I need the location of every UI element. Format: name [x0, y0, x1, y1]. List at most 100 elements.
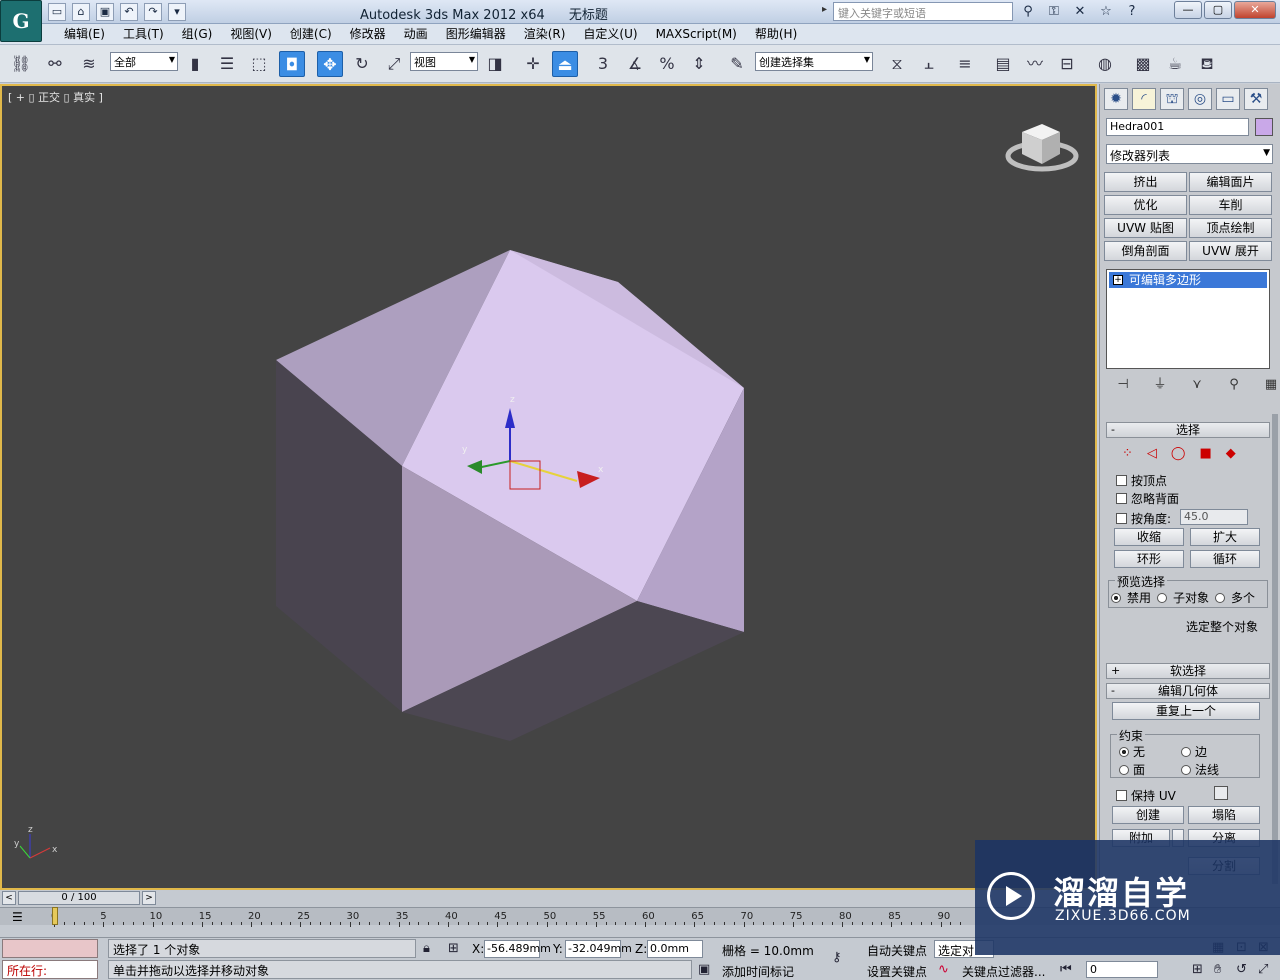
- hierarchy-tab-icon[interactable]: ⛫: [1160, 88, 1184, 110]
- by-angle-row[interactable]: 按角度:: [1116, 510, 1171, 527]
- create-button[interactable]: 创建: [1112, 806, 1184, 824]
- favorites-icon[interactable]: ☆: [1096, 3, 1116, 21]
- constraint-face-option[interactable]: 面: [1119, 761, 1145, 778]
- preview-disable-radio[interactable]: [1111, 592, 1121, 603]
- graphite-ribbon-icon[interactable]: ▤: [990, 51, 1016, 77]
- save-icon[interactable]: ▣: [96, 3, 114, 21]
- preview-multi-radio[interactable]: [1215, 592, 1226, 603]
- menu-modifiers[interactable]: 修改器: [341, 26, 395, 43]
- create-tab-icon[interactable]: ✹: [1104, 88, 1128, 110]
- select-scale-icon[interactable]: ⤢: [381, 51, 407, 77]
- reference-coordinate-dropdown[interactable]: 视图 ▼: [410, 52, 478, 71]
- select-manipulate-icon[interactable]: ✛: [520, 51, 546, 77]
- modifier-list-dropdown[interactable]: 修改器列表 ▼: [1106, 144, 1273, 164]
- unlink-icon[interactable]: ⚯: [42, 51, 68, 77]
- bind-space-warp-icon[interactable]: ≋: [76, 51, 102, 77]
- percent-snap-icon[interactable]: %: [654, 51, 680, 77]
- add-time-tag[interactable]: 添加时间标记: [722, 963, 794, 980]
- constraint-normal-option[interactable]: 法线: [1181, 761, 1219, 778]
- time-slider-next-icon[interactable]: >: [142, 891, 156, 905]
- ignore-backfacing-row[interactable]: 忽略背面: [1116, 490, 1179, 507]
- maximize-button[interactable]: ▢: [1204, 1, 1232, 19]
- undo-icon[interactable]: ↶: [120, 3, 138, 21]
- time-tag-icon[interactable]: ▣: [698, 962, 710, 977]
- mini-curve-editor-icon[interactable]: ☰: [12, 910, 30, 924]
- object-color-swatch[interactable]: [1255, 118, 1273, 136]
- grow-button[interactable]: 扩大: [1190, 528, 1260, 546]
- constraint-face-radio[interactable]: [1119, 764, 1129, 775]
- new-file-icon[interactable]: ▭: [48, 3, 66, 21]
- by-angle-checkbox[interactable]: [1116, 513, 1127, 524]
- modifier-unwrap-uvw-button[interactable]: UVW 展开: [1189, 241, 1272, 261]
- rendered-frame-icon[interactable]: ☕: [1162, 51, 1188, 77]
- x-coordinate-field[interactable]: -56.489mm: [484, 940, 551, 958]
- constraint-edge-option[interactable]: 边: [1181, 743, 1207, 760]
- maxscript-listener-line[interactable]: 所在行:: [2, 960, 98, 979]
- modify-tab-icon[interactable]: ◜: [1132, 88, 1156, 110]
- set-key-button[interactable]: 设置关键点: [867, 963, 927, 980]
- command-panel-scrollbar[interactable]: [1272, 414, 1278, 884]
- modifier-extrude-button[interactable]: 挤出: [1104, 172, 1187, 192]
- element-mode-icon[interactable]: ◆: [1226, 446, 1236, 461]
- menu-tools[interactable]: 工具(T): [114, 26, 173, 43]
- pan-view-icon[interactable]: ✋︎: [1214, 962, 1221, 977]
- select-object-icon[interactable]: ▮: [182, 51, 208, 77]
- preserve-uv-settings-icon[interactable]: [1214, 786, 1228, 800]
- stack-item-editable-poly[interactable]: + 可编辑多边形: [1109, 272, 1267, 288]
- set-key-icon[interactable]: ⚷: [832, 950, 842, 965]
- binoculars-icon[interactable]: ⚲: [1018, 3, 1038, 21]
- by-vertex-row[interactable]: 按顶点: [1116, 472, 1167, 489]
- modifier-stack[interactable]: + 可编辑多边形: [1106, 269, 1270, 369]
- key-filters-button[interactable]: 关键点过滤器...: [962, 963, 1045, 980]
- menu-customize[interactable]: 自定义(U): [574, 26, 646, 43]
- utilities-tab-icon[interactable]: ⚒: [1244, 88, 1268, 110]
- curve-editor-icon[interactable]: 〰: [1022, 51, 1048, 77]
- menu-create[interactable]: 创建(C): [281, 26, 341, 43]
- show-end-result-icon[interactable]: ⏚: [1151, 376, 1169, 394]
- close-button[interactable]: ✕: [1234, 1, 1276, 19]
- soft-selection-rollout-header[interactable]: + 软选择: [1106, 663, 1270, 679]
- maximize-viewport-icon[interactable]: ⤢: [1258, 962, 1268, 977]
- menu-views[interactable]: 视图(V): [221, 26, 281, 43]
- by-vertex-checkbox[interactable]: [1116, 475, 1127, 486]
- shrink-button[interactable]: 收缩: [1114, 528, 1184, 546]
- mirror-icon[interactable]: ⧖: [884, 51, 910, 77]
- modifier-bevel-profile-button[interactable]: 倒角剖面: [1104, 241, 1187, 261]
- open-file-icon[interactable]: ⌂: [72, 3, 90, 21]
- link-icon[interactable]: ⛓: [8, 51, 34, 77]
- polygon-mode-icon[interactable]: ■: [1199, 446, 1211, 461]
- preview-subobject-radio[interactable]: [1157, 592, 1168, 603]
- menu-animation[interactable]: 动画: [395, 26, 437, 43]
- vertex-mode-icon[interactable]: ⁘: [1122, 446, 1133, 461]
- modifier-uvw-map-button[interactable]: UVW 贴图: [1104, 218, 1187, 238]
- make-unique-icon[interactable]: ⋎: [1188, 376, 1206, 394]
- redo-icon[interactable]: ↷: [144, 3, 162, 21]
- material-editor-icon[interactable]: ◍: [1092, 51, 1118, 77]
- modifier-lathe-button[interactable]: 车削: [1189, 195, 1272, 215]
- constraint-none-radio[interactable]: [1119, 746, 1129, 757]
- maxscript-mini-listener[interactable]: [2, 939, 98, 958]
- pin-stack-icon[interactable]: ⊣: [1114, 376, 1132, 394]
- edit-geometry-rollout-header[interactable]: - 编辑几何体: [1106, 683, 1270, 699]
- viewcube[interactable]: [1005, 124, 1079, 172]
- time-slider[interactable]: 0 / 100: [18, 891, 140, 905]
- render-production-icon[interactable]: ⛾: [1194, 51, 1220, 77]
- menu-help[interactable]: 帮助(H): [746, 26, 806, 43]
- align-icon[interactable]: ⫠: [916, 51, 942, 77]
- preserve-uv-row[interactable]: 保持 UV: [1116, 787, 1176, 804]
- configure-sets-icon[interactable]: ▦: [1262, 376, 1280, 394]
- edit-named-selection-icon[interactable]: ✎: [724, 51, 750, 77]
- snaps-toggle-icon[interactable]: 3: [590, 51, 616, 77]
- menu-maxscript[interactable]: MAXScript(M): [647, 26, 746, 43]
- zoom-region-icon[interactable]: ⊞: [1192, 962, 1203, 977]
- ignore-backfacing-checkbox[interactable]: [1116, 493, 1127, 504]
- select-rotate-icon[interactable]: ↻: [349, 51, 375, 77]
- loop-button[interactable]: 循环: [1190, 550, 1260, 568]
- object-name-input[interactable]: Hedra001: [1106, 118, 1249, 136]
- absolute-mode-icon[interactable]: ⊞: [448, 941, 459, 956]
- constraint-none-option[interactable]: 无: [1119, 743, 1145, 760]
- preserve-uv-checkbox[interactable]: [1116, 790, 1127, 801]
- edge-mode-icon[interactable]: ◁: [1147, 446, 1157, 461]
- orbit-icon[interactable]: ↺: [1236, 962, 1247, 977]
- ring-button[interactable]: 环形: [1114, 550, 1184, 568]
